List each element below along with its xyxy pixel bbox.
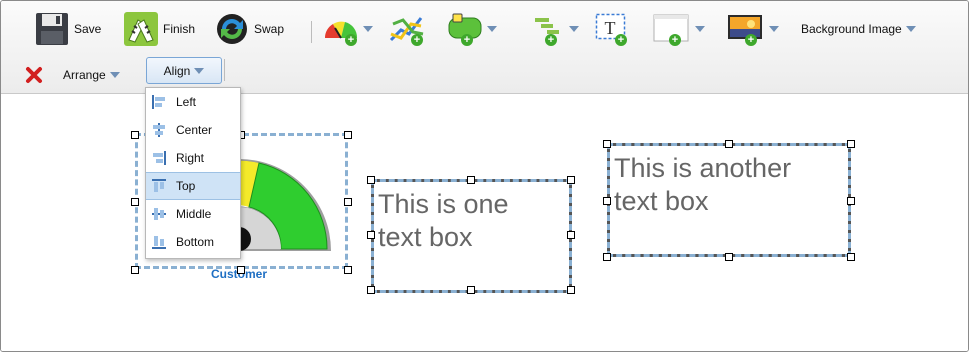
align-menu-item-middle[interactable]: Middle bbox=[146, 200, 240, 228]
image-add-icon: + bbox=[727, 12, 765, 46]
add-gauge-button[interactable]: + bbox=[323, 9, 373, 49]
panel-add-icon: + bbox=[653, 12, 691, 46]
floppy-disk-icon bbox=[35, 12, 69, 46]
resize-handle[interactable] bbox=[367, 286, 375, 294]
swap-button[interactable]: Swap bbox=[215, 9, 284, 49]
plus-icon: + bbox=[669, 34, 681, 46]
resize-handle[interactable] bbox=[603, 253, 611, 261]
align-menu-item-right[interactable]: Right bbox=[146, 144, 240, 172]
toolbar: Save Finish Swap + + + + T + + + Backgro… bbox=[1, 1, 968, 94]
align-menu-label: Top bbox=[176, 179, 196, 193]
gauge-add-icon: + bbox=[323, 12, 359, 46]
finish-button[interactable]: Finish bbox=[124, 9, 195, 49]
resize-handle[interactable] bbox=[237, 266, 245, 274]
resize-handle[interactable] bbox=[367, 176, 375, 184]
text-add-icon: T + bbox=[595, 12, 629, 46]
plus-icon: + bbox=[615, 34, 627, 46]
gantt-chart-add-icon: + bbox=[533, 12, 565, 46]
add-text-button[interactable]: T + bbox=[595, 9, 629, 49]
resize-handle[interactable] bbox=[847, 197, 855, 205]
plus-icon: + bbox=[545, 34, 557, 46]
toolbar-separator bbox=[224, 59, 225, 81]
resize-handle[interactable] bbox=[603, 197, 611, 205]
align-top-icon bbox=[152, 179, 166, 193]
resize-handle[interactable] bbox=[344, 198, 352, 206]
resize-handle[interactable] bbox=[567, 176, 575, 184]
arrange-dropdown[interactable]: Arrange bbox=[63, 55, 120, 95]
save-button[interactable]: Save bbox=[35, 9, 101, 49]
resize-handle[interactable] bbox=[725, 140, 733, 148]
toolbar-row-main: Save Finish Swap + + + + T + + + Backgro… bbox=[1, 9, 968, 55]
swap-arrows-icon bbox=[215, 12, 249, 46]
chevron-down-icon bbox=[109, 72, 120, 78]
align-center-icon bbox=[152, 123, 166, 137]
plus-icon: + bbox=[411, 34, 423, 46]
delete-button[interactable] bbox=[25, 55, 43, 95]
resize-handle[interactable] bbox=[131, 131, 139, 139]
resize-handle[interactable] bbox=[847, 140, 855, 148]
chevron-down-icon bbox=[569, 26, 579, 32]
chevron-down-icon bbox=[487, 26, 497, 32]
background-image-button[interactable]: Background Image bbox=[801, 9, 916, 49]
resize-handle[interactable] bbox=[467, 176, 475, 184]
resize-handle[interactable] bbox=[567, 286, 575, 294]
align-menu-label: Right bbox=[176, 151, 205, 165]
align-menu-item-left[interactable]: Left bbox=[146, 88, 240, 116]
chevron-down-icon bbox=[363, 26, 373, 32]
dashboard-designer-window: Save Finish Swap + + + + T + + + Backgro… bbox=[0, 0, 969, 352]
resize-handle[interactable] bbox=[725, 253, 733, 261]
chevron-down-icon bbox=[769, 26, 779, 32]
align-middle-icon bbox=[152, 207, 166, 221]
align-label: Align bbox=[163, 63, 191, 78]
resize-handle[interactable] bbox=[131, 266, 139, 274]
line-chart-add-icon: + bbox=[389, 12, 425, 46]
add-shape-button[interactable]: + bbox=[447, 9, 497, 49]
plus-icon: + bbox=[745, 34, 757, 46]
resize-handle[interactable] bbox=[131, 198, 139, 206]
align-right-icon bbox=[152, 151, 166, 165]
chevron-down-icon bbox=[905, 26, 916, 32]
arrange-label: Arrange bbox=[63, 68, 106, 82]
background-image-label: Background Image bbox=[801, 22, 902, 36]
align-menu-label: Middle bbox=[176, 207, 212, 221]
align-menu-label: Bottom bbox=[176, 235, 215, 249]
align-bottom-icon bbox=[152, 235, 166, 249]
swap-label: Swap bbox=[254, 22, 285, 36]
resize-handle[interactable] bbox=[467, 286, 475, 294]
checkered-flags-icon bbox=[124, 12, 158, 46]
chevron-down-icon bbox=[695, 26, 705, 32]
svg-text:T: T bbox=[605, 18, 616, 38]
align-menu-item-top[interactable]: Top bbox=[146, 172, 240, 200]
align-menu: Left Center Right Top Middle Bottom bbox=[145, 87, 241, 259]
plus-icon: + bbox=[461, 34, 473, 46]
add-line-chart-button[interactable]: + bbox=[389, 9, 425, 49]
shape-add-icon: + bbox=[447, 12, 483, 46]
toolbar-separator bbox=[311, 21, 312, 43]
align-menu-item-bottom[interactable]: Bottom bbox=[146, 228, 240, 256]
align-dropdown[interactable]: Align bbox=[146, 57, 222, 84]
finish-label: Finish bbox=[163, 22, 196, 36]
delete-x-icon bbox=[25, 66, 43, 84]
resize-handle[interactable] bbox=[344, 131, 352, 139]
align-menu-item-center[interactable]: Center bbox=[146, 116, 240, 144]
save-label: Save bbox=[74, 22, 102, 36]
plus-icon: + bbox=[345, 34, 357, 46]
resize-handle[interactable] bbox=[567, 231, 575, 239]
align-menu-label: Left bbox=[176, 95, 197, 109]
chevron-down-icon bbox=[194, 67, 205, 74]
align-left-icon bbox=[152, 95, 166, 109]
resize-handle[interactable] bbox=[603, 140, 611, 148]
text-box-1-selection bbox=[371, 179, 572, 293]
add-bar-chart-button[interactable]: + bbox=[533, 9, 579, 49]
resize-handle[interactable] bbox=[344, 266, 352, 274]
align-menu-label: Center bbox=[176, 123, 213, 137]
resize-handle[interactable] bbox=[367, 231, 375, 239]
resize-handle[interactable] bbox=[847, 253, 855, 261]
add-panel-button[interactable]: + bbox=[653, 9, 705, 49]
text-box-2-selection bbox=[607, 143, 851, 257]
add-image-button[interactable]: + bbox=[727, 9, 779, 49]
toolbar-row-arrange: Arrange Align bbox=[1, 57, 968, 89]
